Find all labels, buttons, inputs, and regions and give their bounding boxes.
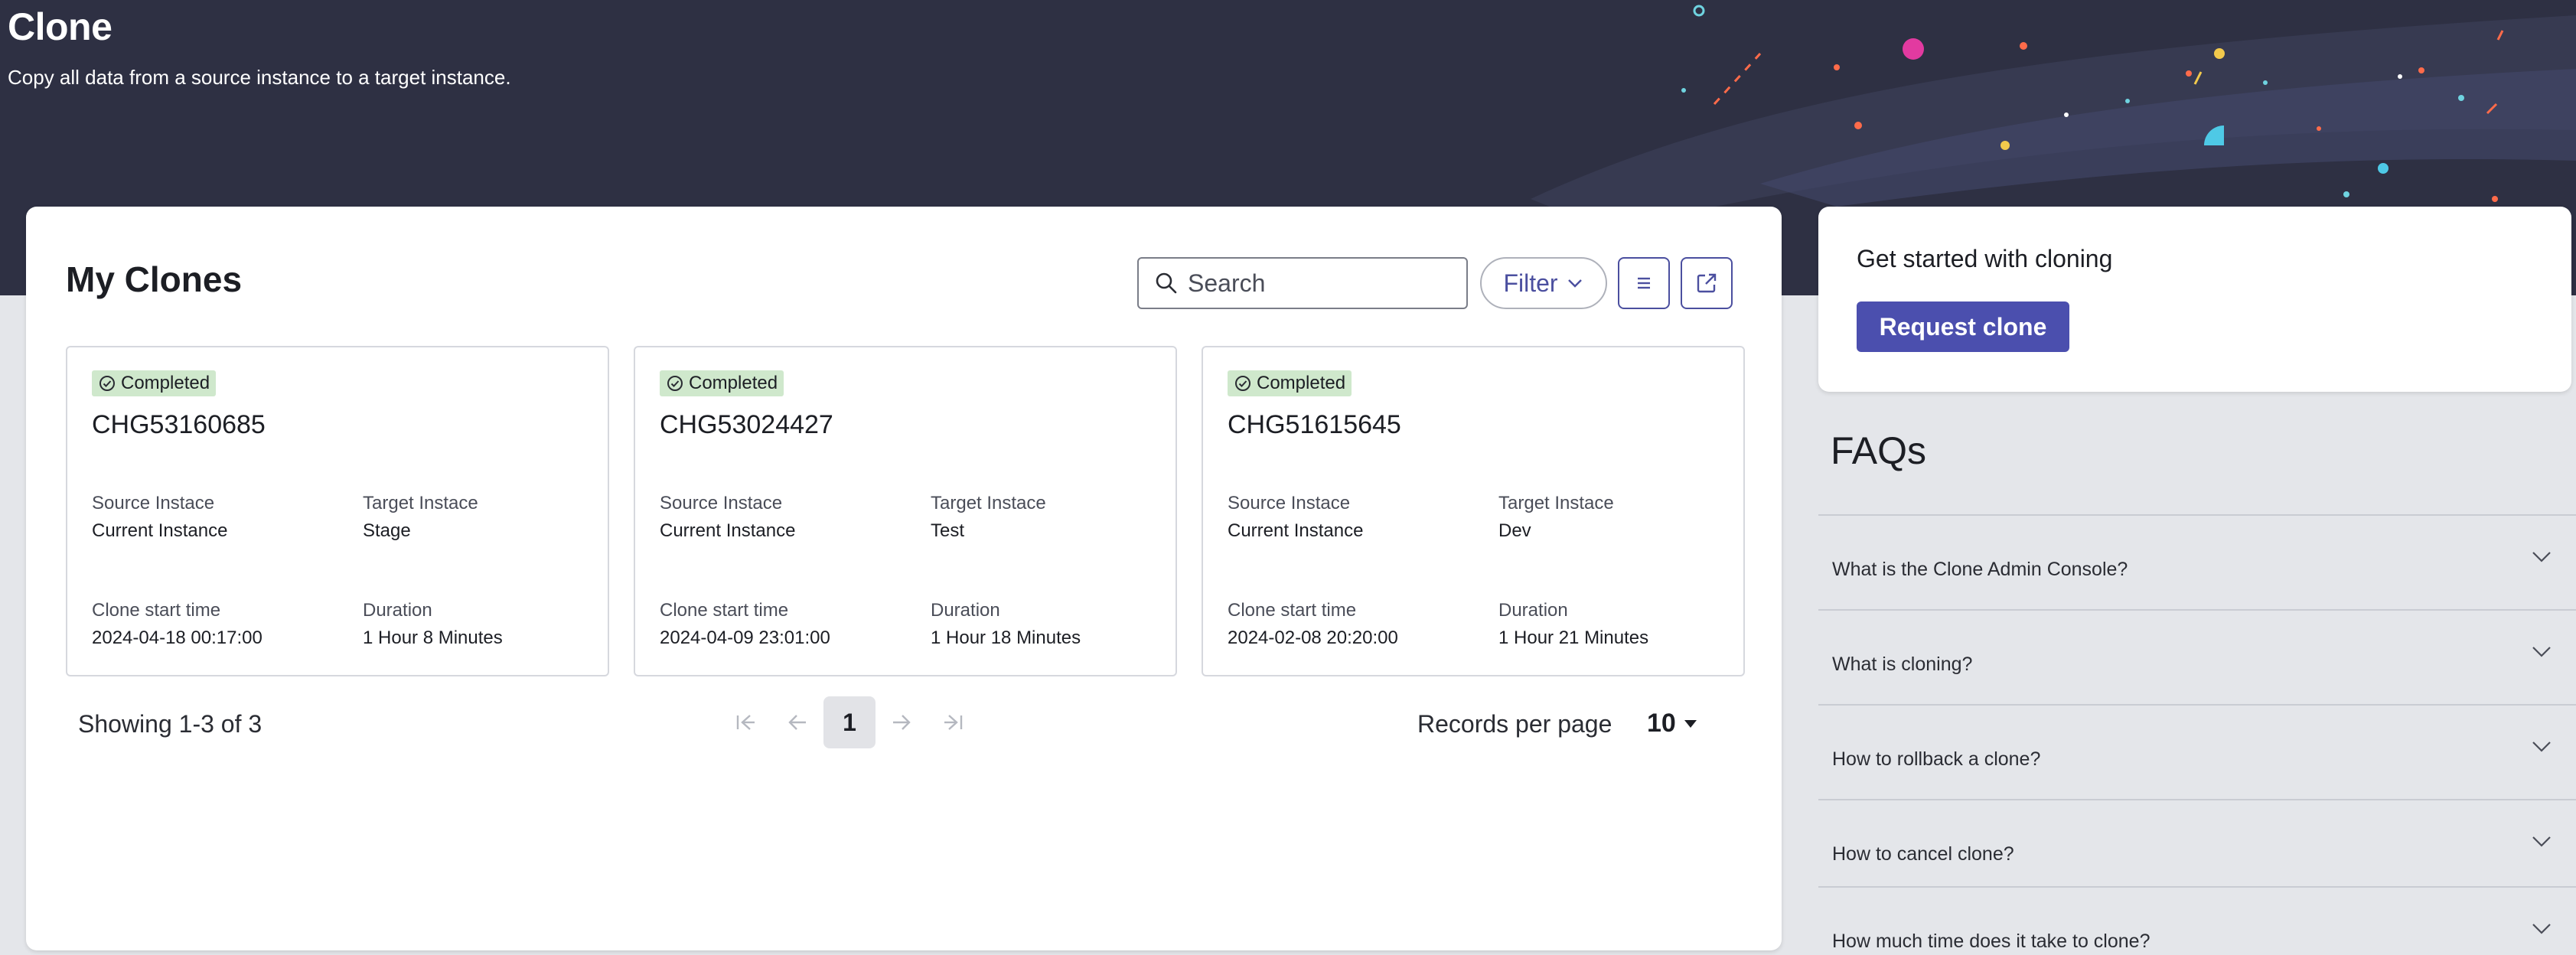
caret-down-icon — [1684, 719, 1697, 728]
faq-question: How to rollback a clone? — [1832, 748, 2041, 770]
source-value: Current Instance — [1228, 520, 1364, 541]
my-clones-heading: My Clones — [66, 259, 243, 299]
records-per-page-value: 10 — [1647, 709, 1676, 738]
status-label: Completed — [121, 373, 210, 393]
faq-item[interactable]: How much time does it take to clone? — [1818, 886, 2576, 955]
list-icon — [1638, 277, 1650, 289]
source-value: Current Instance — [660, 520, 796, 541]
first-page-button[interactable] — [719, 696, 771, 748]
records-per-page-select[interactable]: 10 — [1647, 709, 1699, 738]
arrow-left-icon — [788, 715, 806, 730]
chevron-down-icon — [2532, 836, 2551, 847]
target-value: Test — [931, 520, 965, 541]
status-badge: Completed — [660, 370, 784, 396]
target-label: Target Instace — [931, 493, 1046, 513]
faq-question: What is cloning? — [1832, 654, 1973, 675]
check-circle-icon — [1235, 376, 1251, 391]
duration-value: 1 Hour 8 Minutes — [363, 627, 503, 648]
duration-value: 1 Hour 21 Minutes — [1498, 627, 1649, 648]
source-label: Source Instace — [660, 493, 783, 513]
faq-item[interactable]: How to rollback a clone? — [1818, 704, 2576, 797]
pagination: 1 — [719, 696, 980, 748]
faq-item[interactable]: What is the Clone Admin Console? — [1818, 514, 2576, 608]
target-label: Target Instace — [1498, 493, 1614, 513]
search-input[interactable] — [1188, 269, 1448, 298]
first-page-icon — [736, 715, 755, 730]
arrow-right-icon — [893, 715, 911, 730]
last-page-button[interactable] — [928, 696, 980, 748]
status-badge: Completed — [92, 370, 217, 396]
faq-question: What is the Clone Admin Console? — [1832, 559, 2128, 580]
page-button-current[interactable]: 1 — [823, 696, 876, 748]
status-label: Completed — [689, 373, 778, 393]
clone-id: CHG53160685 — [92, 410, 266, 439]
get-started-panel: Get started with cloning Request clone — [1818, 207, 2571, 392]
next-page-button[interactable] — [876, 696, 928, 748]
source-label: Source Instace — [1228, 493, 1351, 513]
faqs-heading: FAQs — [1831, 429, 1927, 472]
open-external-button[interactable] — [1681, 257, 1733, 309]
target-label: Target Instace — [363, 493, 478, 513]
previous-page-button[interactable] — [771, 696, 823, 748]
start-time-label: Clone start time — [1228, 600, 1357, 621]
chevron-down-icon — [2532, 924, 2551, 934]
request-clone-button[interactable]: Request clone — [1857, 301, 2069, 352]
search-box[interactable] — [1137, 257, 1468, 309]
duration-label: Duration — [931, 600, 1000, 621]
source-label: Source Instace — [92, 493, 215, 513]
status-label: Completed — [1257, 373, 1346, 393]
target-value: Stage — [363, 520, 411, 541]
source-value: Current Instance — [92, 520, 228, 541]
status-badge: Completed — [1228, 370, 1352, 396]
results-count: Showing 1-3 of 3 — [78, 710, 262, 738]
faq-question: How much time does it take to clone? — [1832, 931, 2150, 952]
last-page-icon — [944, 715, 963, 730]
records-per-page-label: Records per page — [1417, 710, 1612, 738]
start-time-label: Clone start time — [660, 600, 789, 621]
start-time-value: 2024-04-18 00:17:00 — [92, 627, 262, 648]
page-subtitle: Copy all data from a source instance to … — [8, 66, 511, 89]
filter-button[interactable]: Filter — [1480, 257, 1607, 309]
start-time-label: Clone start time — [92, 600, 221, 621]
faq-item[interactable]: What is cloning? — [1818, 609, 2576, 702]
chevron-down-icon — [1567, 279, 1582, 288]
filter-button-label: Filter — [1503, 269, 1558, 297]
get-started-heading: Get started with cloning — [1857, 245, 2113, 272]
faq-question: How to cancel clone? — [1832, 843, 2014, 865]
clone-id: CHG51615645 — [1228, 410, 1401, 439]
clone-card[interactable]: Completed CHG53024427 Source Instace Cur… — [634, 346, 1177, 676]
my-clones-panel: My Clones Filter Completed — [26, 207, 1782, 950]
chevron-down-icon — [2532, 552, 2551, 562]
start-time-value: 2024-04-09 23:01:00 — [660, 627, 830, 648]
duration-value: 1 Hour 18 Minutes — [931, 627, 1081, 648]
chevron-down-icon — [2532, 742, 2551, 752]
start-time-value: 2024-02-08 20:20:00 — [1228, 627, 1398, 648]
clone-id: CHG53024427 — [660, 410, 833, 439]
faq-item[interactable]: How to cancel clone? — [1818, 799, 2576, 892]
search-icon — [1156, 272, 1177, 294]
duration-label: Duration — [1498, 600, 1568, 621]
duration-label: Duration — [363, 600, 432, 621]
page-title: Clone — [8, 5, 112, 48]
target-value: Dev — [1498, 520, 1531, 541]
check-circle-icon — [99, 376, 115, 391]
clone-card[interactable]: Completed CHG51615645 Source Instace Cur… — [1202, 346, 1745, 676]
check-circle-icon — [667, 376, 683, 391]
list-view-button[interactable] — [1618, 257, 1670, 309]
chevron-down-icon — [2532, 647, 2551, 657]
clone-card[interactable]: Completed CHG53160685 Source Instace Cur… — [66, 346, 609, 676]
external-link-icon — [1697, 273, 1717, 293]
